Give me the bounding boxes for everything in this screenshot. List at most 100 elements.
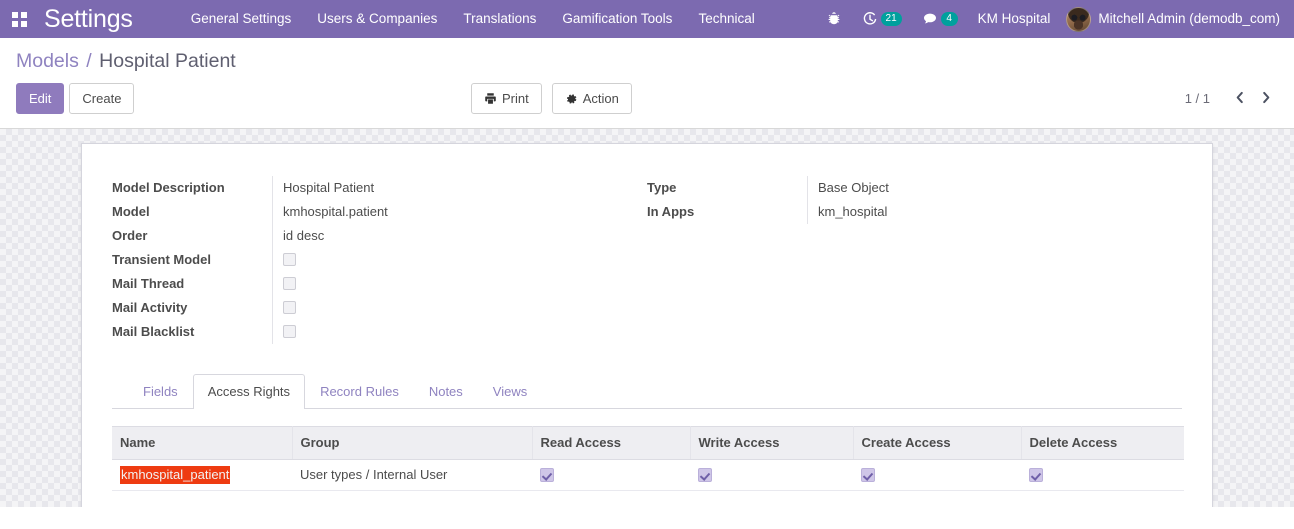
page-body: Model Description Hospital Patient Model… xyxy=(0,129,1294,508)
transient-model-checkbox[interactable] xyxy=(283,253,296,267)
control-panel-center-actions: Print Action xyxy=(471,83,632,115)
field-value[interactable]: id desc xyxy=(272,224,623,249)
field-label: Mail Blacklist xyxy=(112,324,195,340)
column-header-group[interactable]: Group xyxy=(292,425,533,460)
pager-value: 1 / 1 xyxy=(1184,91,1210,107)
field-value[interactable]: Base Object xyxy=(807,176,1158,201)
field-model: Model kmhospital.patient xyxy=(112,200,623,225)
field-in-apps: In Apps km_hospital xyxy=(647,200,1158,225)
column-header-create-access[interactable]: Create Access xyxy=(853,425,1022,460)
debug-menu-button[interactable] xyxy=(816,0,852,38)
field-value[interactable]: Hospital Patient xyxy=(272,176,623,201)
apps-menu-button[interactable] xyxy=(0,0,38,38)
field-value xyxy=(272,272,623,297)
field-label: Mail Thread xyxy=(112,276,185,292)
app-brand-title[interactable]: Settings xyxy=(38,6,141,32)
user-menu-button[interactable]: Mitchell Admin (demodb_com) xyxy=(1060,0,1288,38)
top-navbar: Settings General Settings Users & Compan… xyxy=(0,0,1294,38)
action-button[interactable]: Action xyxy=(551,83,632,115)
delete-access-checkbox[interactable] xyxy=(1029,468,1043,483)
cell-delete-access[interactable] xyxy=(1021,459,1184,491)
access-rights-table: Name Group Read Access Write Access Crea… xyxy=(112,425,1184,508)
messaging-menu-button[interactable]: 4 xyxy=(912,0,968,38)
breadcrumb-separator: / xyxy=(86,50,92,72)
field-label: Order xyxy=(112,228,148,244)
field-mail-blacklist: Mail Blacklist xyxy=(112,320,623,345)
pager: 1 / 1 xyxy=(1185,88,1278,110)
field-value[interactable]: kmhospital.patient xyxy=(272,200,623,225)
mail-activity-checkbox[interactable] xyxy=(283,301,296,315)
write-access-checkbox[interactable] xyxy=(698,468,712,483)
table-header-row: Name Group Read Access Write Access Crea… xyxy=(112,425,1184,460)
chevron-right-icon xyxy=(1263,91,1270,103)
control-panel-buttons: Edit Create Print Action 1 / 1 xyxy=(16,77,1278,128)
field-model-description: Model Description Hospital Patient xyxy=(112,176,623,201)
tab-record-rules[interactable]: Record Rules xyxy=(305,374,414,409)
form-sheet: Model Description Hospital Patient Model… xyxy=(81,143,1213,508)
cell-name[interactable]: kmhospital_patient xyxy=(112,459,292,491)
company-switcher[interactable]: KM Hospital xyxy=(968,0,1061,38)
tab-fields[interactable]: Fields xyxy=(128,374,193,409)
field-value xyxy=(272,320,623,345)
systray: 21 4 KM Hospital Mitchell Admin (demodb_… xyxy=(816,0,1294,38)
table-row[interactable]: kmhospital_patient User types / Internal… xyxy=(112,459,1184,491)
form-column-right: Type Base Object In Apps km_hospital xyxy=(647,176,1182,344)
field-label: Mail Activity xyxy=(112,300,188,316)
cell-create-access[interactable] xyxy=(853,459,1021,491)
field-label: Model Description xyxy=(112,180,225,196)
menu-item-translations[interactable]: Translations xyxy=(450,0,549,38)
table-row-empty xyxy=(112,490,1184,508)
gear-icon xyxy=(566,94,577,104)
messaging-counter-badge: 4 xyxy=(940,12,958,26)
control-panel: Models / Hospital Patient Edit Create Pr… xyxy=(0,38,1294,130)
activity-menu-button[interactable]: 21 xyxy=(852,0,912,38)
search-highlight: kmhospital_patient xyxy=(120,466,231,485)
tab-notes[interactable]: Notes xyxy=(414,374,478,409)
print-button[interactable]: Print xyxy=(471,83,542,115)
create-button[interactable]: Create xyxy=(69,83,135,115)
cell-read-access[interactable] xyxy=(532,459,690,491)
tab-views[interactable]: Views xyxy=(478,374,542,409)
breadcrumb-item-models[interactable]: Models xyxy=(16,50,79,72)
record-actions: Edit Create xyxy=(16,83,135,115)
edit-button[interactable]: Edit xyxy=(16,83,65,115)
breadcrumb: Models / Hospital Patient xyxy=(16,38,1278,77)
chat-bubble-icon xyxy=(923,13,936,24)
field-type: Type Base Object xyxy=(647,176,1158,201)
pager-previous-button[interactable] xyxy=(1228,88,1251,110)
menu-item-users-companies[interactable]: Users & Companies xyxy=(304,0,450,38)
notebook: Fields Access Rights Record Rules Notes … xyxy=(112,374,1184,508)
breadcrumb-item-current: Hospital Patient xyxy=(99,50,236,72)
field-mail-thread: Mail Thread xyxy=(112,272,623,297)
form-column-left: Model Description Hospital Patient Model… xyxy=(112,176,647,345)
notebook-tabs: Fields Access Rights Record Rules Notes … xyxy=(112,374,1182,409)
action-button-label: Action xyxy=(582,91,619,107)
pager-next-button[interactable] xyxy=(1255,88,1278,110)
menu-item-gamification-tools[interactable]: Gamification Tools xyxy=(549,0,685,38)
menu-item-general-settings[interactable]: General Settings xyxy=(178,0,305,38)
field-value xyxy=(272,248,623,273)
column-header-write-access[interactable]: Write Access xyxy=(690,425,854,460)
chevron-left-icon xyxy=(1236,91,1243,103)
apps-grid-icon xyxy=(11,11,27,27)
read-access-checkbox[interactable] xyxy=(540,468,554,483)
field-value[interactable]: km_hospital xyxy=(807,200,1158,225)
field-label: Model xyxy=(112,204,150,220)
create-access-checkbox[interactable] xyxy=(861,468,875,483)
menu-item-technical[interactable]: Technical xyxy=(685,0,767,38)
tab-access-rights[interactable]: Access Rights xyxy=(192,374,306,409)
bug-icon xyxy=(828,12,839,25)
cell-write-access[interactable] xyxy=(690,459,853,491)
field-label: Transient Model xyxy=(112,252,211,268)
cell-group[interactable]: User types / Internal User xyxy=(292,459,532,491)
column-header-read-access[interactable]: Read Access xyxy=(532,425,691,460)
column-header-name[interactable]: Name xyxy=(112,425,293,460)
avatar xyxy=(1066,6,1092,32)
field-label: Type xyxy=(647,180,677,196)
mail-thread-checkbox[interactable] xyxy=(283,277,296,291)
clock-icon xyxy=(863,12,876,25)
navbar-menu: General Settings Users & Companies Trans… xyxy=(178,0,768,38)
user-menu-label: Mitchell Admin (demodb_com) xyxy=(1098,11,1280,26)
mail-blacklist-checkbox[interactable] xyxy=(283,325,296,339)
column-header-delete-access[interactable]: Delete Access xyxy=(1021,425,1184,460)
